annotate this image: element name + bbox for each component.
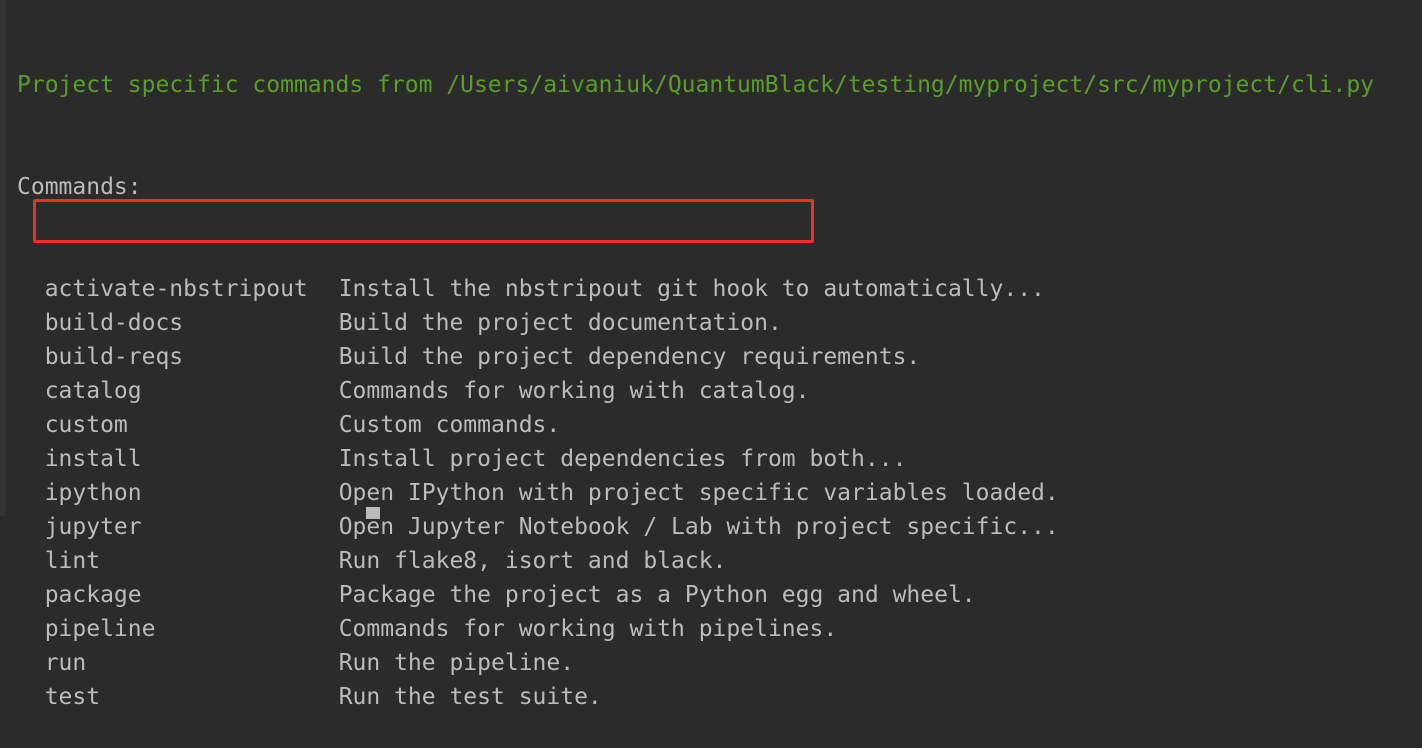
terminal-output[interactable]: Project specific commands from /Users/ai… bbox=[17, 0, 1374, 748]
command-name: pipeline bbox=[44, 616, 156, 642]
command-description: Install project dependencies from both..… bbox=[338, 446, 907, 472]
highlight-box-custom bbox=[33, 199, 814, 243]
command-description: Commands for working with catalog. bbox=[338, 378, 810, 404]
command-description: Run the test suite. bbox=[338, 684, 602, 710]
command-row: package Package the project as a Python e… bbox=[17, 578, 1374, 612]
command-row: jupyter Open Jupyter Notebook / Lab with … bbox=[17, 510, 1374, 544]
command-name: run bbox=[44, 650, 87, 676]
command-description: Commands for working with pipelines. bbox=[338, 616, 838, 642]
command-description: Build the project documentation. bbox=[338, 310, 782, 336]
command-name: activate-nbstripout bbox=[44, 276, 308, 302]
command-name: test bbox=[44, 684, 101, 710]
command-name: ipython bbox=[44, 480, 142, 506]
command-name: build-reqs bbox=[44, 344, 184, 370]
command-row: catalog Commands for working with catalog… bbox=[17, 374, 1374, 408]
command-row: test Run the test suite. bbox=[17, 680, 1374, 714]
command-name: custom bbox=[44, 412, 128, 438]
command-row: custom Custom commands. bbox=[17, 408, 1374, 442]
command-description: Open IPython with project specific varia… bbox=[338, 480, 1059, 506]
header-line: Project specific commands from /Users/ai… bbox=[17, 72, 1375, 98]
command-description: Run the pipeline. bbox=[338, 650, 575, 676]
command-row: activate-nbstripout Install the nbstripou… bbox=[17, 272, 1374, 306]
command-description: Open Jupyter Notebook / Lab with project… bbox=[338, 514, 1059, 540]
command-row: lint Run flake8, isort and black. bbox=[17, 544, 1374, 578]
command-name: jupyter bbox=[44, 514, 142, 540]
command-description: Build the project dependency requirement… bbox=[338, 344, 921, 370]
command-row: install Install project dependencies from… bbox=[17, 442, 1374, 476]
command-name: lint bbox=[44, 548, 101, 574]
command-row: build-docs Build the project documentatio… bbox=[17, 306, 1374, 340]
command-row: pipeline Commands for working with pipeli… bbox=[17, 612, 1374, 646]
terminal-cursor bbox=[366, 507, 380, 519]
command-row: build-reqs Build the project dependency r… bbox=[17, 340, 1374, 374]
command-row: run Run the pipeline. bbox=[17, 646, 1374, 680]
command-description: Custom commands. bbox=[338, 412, 561, 438]
command-name: catalog bbox=[44, 378, 142, 404]
command-row: ipython Open IPython with project specifi… bbox=[17, 476, 1374, 510]
command-description: Install the nbstripout git hook to autom… bbox=[338, 276, 1045, 302]
command-description: Package the project as a Python egg and … bbox=[338, 582, 976, 608]
editor-gutter bbox=[0, 0, 5, 516]
command-name: package bbox=[44, 582, 142, 608]
command-name: install bbox=[44, 446, 142, 472]
command-name: build-docs bbox=[44, 310, 184, 336]
command-description: Run flake8, isort and black. bbox=[338, 548, 727, 574]
